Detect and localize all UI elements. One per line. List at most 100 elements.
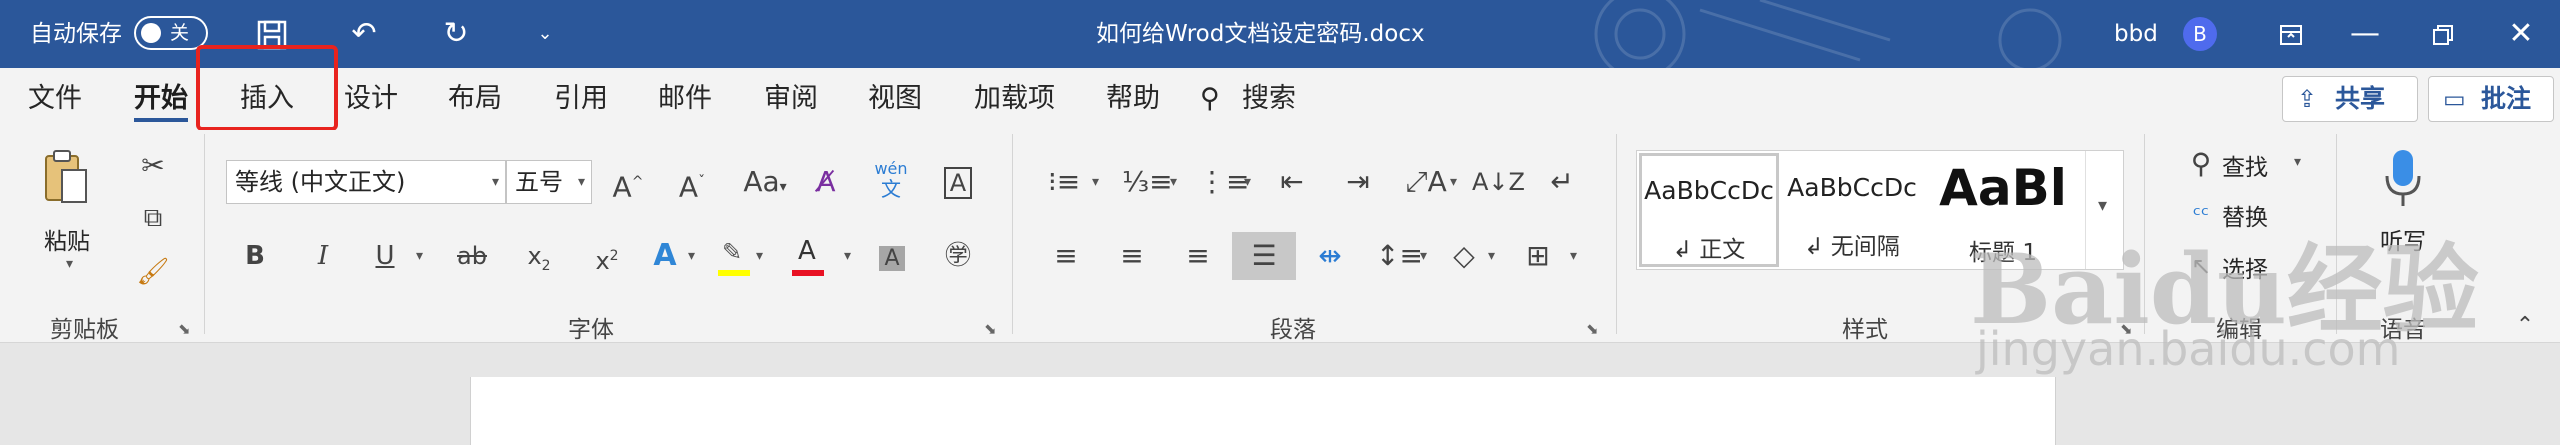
tab-review[interactable]: 审阅 xyxy=(764,68,818,130)
decrease-indent-icon[interactable]: ⇤ xyxy=(1272,162,1312,202)
minimize-icon[interactable]: — xyxy=(2340,0,2390,68)
tab-help[interactable]: 帮助 xyxy=(1106,68,1160,130)
tab-file[interactable]: 文件 xyxy=(28,68,82,130)
shading-icon[interactable]: ◇ xyxy=(1444,236,1484,276)
tab-references[interactable]: 引用 xyxy=(554,68,608,130)
text-effects-dropdown-icon[interactable]: ▾ xyxy=(688,248,695,264)
align-right-icon[interactable]: ≡ xyxy=(1178,236,1218,276)
search-icon[interactable]: ⚲ xyxy=(1200,68,1220,130)
font-size-combo[interactable]: 五号 ▾ xyxy=(506,160,592,204)
ribbon-display-options-icon[interactable] xyxy=(2266,0,2316,68)
tab-mailings[interactable]: 邮件 xyxy=(658,68,712,130)
show-marks-icon[interactable]: ↵ xyxy=(1542,162,1582,202)
highlight-dropdown-icon[interactable]: ▾ xyxy=(756,248,763,264)
phonetic-bottom: 文 xyxy=(881,177,901,201)
document-page[interactable] xyxy=(470,377,2056,445)
find-label[interactable]: 查找 xyxy=(2222,148,2268,182)
paste-label[interactable]: 粘贴 xyxy=(44,222,90,256)
character-shading-icon[interactable]: A xyxy=(874,236,910,279)
bullets-dropdown-icon[interactable]: ▾ xyxy=(1092,174,1099,190)
tab-home[interactable]: 开始 xyxy=(134,68,188,130)
clipboard-launcher-icon[interactable]: ⬊ xyxy=(178,320,191,338)
group-separator xyxy=(204,134,205,334)
character-border-icon[interactable]: A xyxy=(940,162,976,203)
tab-design[interactable]: 设计 xyxy=(344,68,398,130)
redo-icon[interactable]: ↻ xyxy=(434,0,478,68)
multilevel-list-icon[interactable]: ⋮≡ xyxy=(1198,162,1249,202)
numbering-icon[interactable]: ⅓≡ xyxy=(1122,162,1173,202)
paste-icon[interactable] xyxy=(42,148,90,208)
restore-icon[interactable] xyxy=(2418,0,2468,68)
comment-icon: ▭ xyxy=(2443,85,2466,113)
microphone-icon[interactable] xyxy=(2380,146,2426,212)
group-separator xyxy=(1012,134,1013,334)
collapse-ribbon-icon[interactable]: ⌃ xyxy=(2510,306,2540,346)
align-left-icon[interactable]: ≡ xyxy=(1046,236,1086,276)
style-normal[interactable]: AaBbCcDc ↲ 正文 xyxy=(1639,153,1779,267)
bold-icon[interactable]: B xyxy=(240,236,270,276)
text-effects-icon[interactable]: A xyxy=(648,236,682,276)
cut-icon[interactable]: ✂ xyxy=(136,146,170,186)
line-spacing-icon[interactable]: ↕≡ xyxy=(1376,236,1423,276)
document-title: 如何给Wrod文档设定密码.docx xyxy=(1096,21,1425,47)
borders-dropdown-icon[interactable]: ▾ xyxy=(1570,248,1577,264)
tab-addins[interactable]: 加载项 xyxy=(974,68,1055,130)
font-launcher-icon[interactable]: ⬊ xyxy=(984,320,997,338)
numbering-dropdown-icon[interactable]: ▾ xyxy=(1170,174,1177,190)
change-case-icon[interactable]: Aa▾ xyxy=(736,162,794,207)
line-spacing-dropdown-icon[interactable]: ▾ xyxy=(1420,248,1427,264)
strikethrough-icon[interactable]: ab xyxy=(452,236,492,276)
style-name: ↲ 正文 xyxy=(1672,237,1746,263)
copy-icon[interactable]: ⧉ xyxy=(136,198,170,238)
autosave-state: 关 xyxy=(170,22,190,44)
share-icon: ⇪ xyxy=(2297,85,2318,113)
customize-qat-icon[interactable]: ⌄ xyxy=(530,0,560,68)
clear-formatting-icon[interactable]: A̸ xyxy=(806,162,846,202)
tab-view[interactable]: 视图 xyxy=(868,68,922,130)
search-label[interactable]: 搜索 xyxy=(1242,68,1296,130)
font-name-combo[interactable]: 等线 (中文正文) ▾ xyxy=(226,160,506,204)
highlight-color-icon[interactable]: ✎ xyxy=(716,238,752,278)
avatar[interactable]: B xyxy=(2183,17,2217,51)
chinese-layout-dropdown-icon[interactable]: ▾ xyxy=(1450,174,1457,190)
font-color-icon[interactable]: A xyxy=(790,236,826,278)
justify-icon[interactable]: ☰ xyxy=(1232,232,1296,280)
font-color-dropdown-icon[interactable]: ▾ xyxy=(844,248,851,264)
close-icon[interactable]: ✕ xyxy=(2496,0,2546,68)
phonetic-guide-icon[interactable]: wén 文 xyxy=(868,160,914,201)
italic-icon[interactable]: I xyxy=(308,236,338,276)
shrink-font-icon[interactable]: Aˇ xyxy=(672,162,712,207)
undo-icon[interactable]: ↶ xyxy=(342,0,386,68)
distributed-icon[interactable]: ⇹ xyxy=(1310,236,1350,276)
style-name-text: 正文 xyxy=(1699,237,1746,263)
sort-icon[interactable]: A↓Z xyxy=(1472,162,1525,202)
share-button[interactable]: ⇪ 共享 xyxy=(2282,76,2418,122)
autosave-toggle[interactable]: 关 xyxy=(134,16,208,50)
enclose-characters-icon[interactable]: ㊫ xyxy=(940,236,976,276)
subscript-icon[interactable]: x2 xyxy=(522,236,556,286)
underline-icon[interactable]: U xyxy=(370,236,400,276)
increase-indent-icon[interactable]: ⇥ xyxy=(1338,162,1378,202)
autosave-label: 自动保存 xyxy=(30,21,122,47)
bullets-icon[interactable]: ⁝≡ xyxy=(1044,162,1084,202)
multilevel-dropdown-icon[interactable]: ▾ xyxy=(1244,174,1251,190)
underline-dropdown-icon[interactable]: ▾ xyxy=(416,248,423,264)
align-center-icon[interactable]: ≡ xyxy=(1112,236,1152,276)
comments-button[interactable]: ▭ 批注 xyxy=(2428,76,2554,122)
shading-dropdown-icon[interactable]: ▾ xyxy=(1488,248,1495,264)
superscript-icon[interactable]: x2 xyxy=(590,236,624,281)
font-size-value: 五号 xyxy=(515,168,563,196)
paste-dropdown-icon[interactable]: ▾ xyxy=(66,256,73,272)
group-separator xyxy=(1616,134,1617,334)
chinese-layout-icon[interactable]: ⤢A xyxy=(1404,162,1448,202)
format-painter-icon[interactable]: 🖌 xyxy=(136,252,170,292)
grow-font-icon[interactable]: A^ xyxy=(608,162,648,207)
style-no-spacing[interactable]: AaBbCcDc ↲ 无间隔 xyxy=(1781,153,1923,267)
find-icon[interactable]: ⚲ xyxy=(2184,144,2218,184)
user-name[interactable]: bbd xyxy=(2114,0,2158,68)
paragraph-launcher-icon[interactable]: ⬊ xyxy=(1586,320,1599,338)
tab-layout[interactable]: 布局 xyxy=(448,68,502,130)
find-dropdown-icon[interactable]: ▾ xyxy=(2294,154,2301,170)
borders-icon[interactable]: ⊞ xyxy=(1518,236,1558,276)
toggle-knob xyxy=(141,23,161,43)
